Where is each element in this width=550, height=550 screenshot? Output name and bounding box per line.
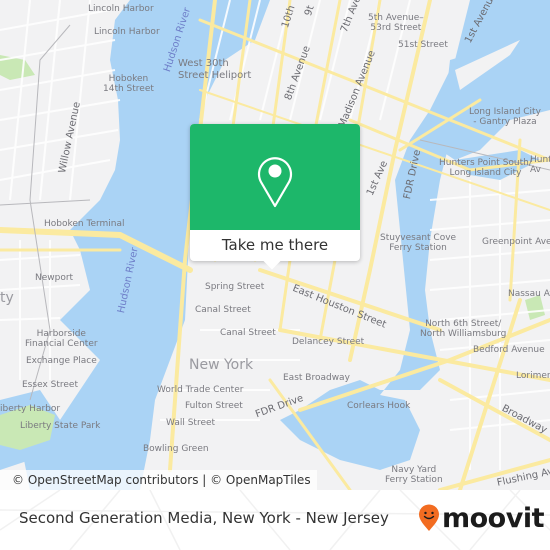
map-label-hunters-point: Hunters Point South/ Long Island City	[439, 158, 532, 179]
map-label-greenpoint-avenue: Greenpoint Avenue	[482, 237, 550, 247]
map-label-essex-street: Essex Street	[22, 380, 78, 390]
map-label-hunters-point-ave: Hunt Av	[530, 155, 550, 176]
map-label-harborside: Harborside Financial Center	[25, 329, 98, 350]
map-label-exchange-place: Exchange Place	[26, 356, 97, 366]
map-label-spring-street: Spring Street	[205, 282, 265, 292]
map-label-liberty-state-park: Liberty State Park	[20, 421, 101, 431]
map-label-fulton-street: Fulton Street	[185, 401, 243, 411]
map-label-lincoln-harbor-ferry: Lincoln Harbor	[94, 27, 160, 37]
map-label-bedford-avenue: Bedford Avenue	[473, 345, 545, 355]
map-label-newport: Newport	[35, 273, 74, 283]
moovit-logo-text: moovit	[442, 502, 545, 534]
map-label-hoboken-14th: Hoboken 14th Street	[103, 74, 154, 95]
map-label-west-30th-heliport: West 30th Street Heliport	[178, 58, 252, 81]
moovit-pin-smile-icon	[419, 504, 439, 531]
footer-title: Second Generation Media, New York - New …	[19, 509, 389, 527]
map-label-delancey-street: Delancey Street	[292, 337, 365, 347]
map-label-east-broadway: East Broadway	[283, 373, 350, 383]
take-me-there-button[interactable]: Take me there	[190, 230, 360, 261]
map-label-navy-yard: Navy Yard Ferry Station	[385, 465, 443, 486]
map-label-nassau-avenue: Nassau Avenue	[508, 289, 550, 299]
map-label-hoboken-terminal: Hoboken Terminal	[44, 219, 125, 229]
map-label-jersey-city-fragment: ty	[0, 290, 14, 306]
map-label-lorimer: Lorimer	[516, 371, 550, 381]
map-pin-icon	[257, 157, 293, 208]
map-label-new-york: New York	[189, 357, 254, 373]
map[interactable]: Lincoln Harbor Lincoln Harbor Hudson Riv…	[0, 0, 550, 490]
map-label-lincoln-harbor: Lincoln Harbor	[88, 4, 154, 14]
map-label-canal-street-2: Canal Street	[220, 328, 276, 338]
map-label-bowling-green: Bowling Green	[143, 444, 209, 454]
map-label-wall-street: Wall Street	[166, 418, 216, 428]
footer: Second Generation Media, New York - New …	[0, 490, 550, 550]
map-label-liberty-harbor: Liberty Harbor	[0, 404, 61, 414]
map-label-corlears-hook: Corlears Hook	[347, 401, 411, 411]
map-label-lic-gantry-plaza: Long Island City - Gantry Plaza	[469, 107, 541, 128]
destination-popup[interactable]: Take me there	[190, 124, 360, 270]
map-label-world-trade-center: World Trade Center	[157, 385, 244, 395]
map-label-stuyvesant-cove: Stuyvesant Cove Ferry Station	[380, 233, 457, 254]
map-label-5th-ave-53rd: 5th Avenue– 53rd Street	[368, 13, 424, 34]
moovit-logo[interactable]: moovit	[418, 502, 545, 534]
map-label-canal-street-1: Canal Street	[195, 305, 251, 315]
map-label-north-6th-street: North 6th Street/ North Williamsburg	[420, 319, 507, 340]
map-attribution[interactable]: © OpenStreetMap contributors | © OpenMap…	[0, 470, 317, 490]
popup-header[interactable]	[190, 124, 360, 230]
map-label-51st-street: 51st Street	[398, 40, 448, 50]
